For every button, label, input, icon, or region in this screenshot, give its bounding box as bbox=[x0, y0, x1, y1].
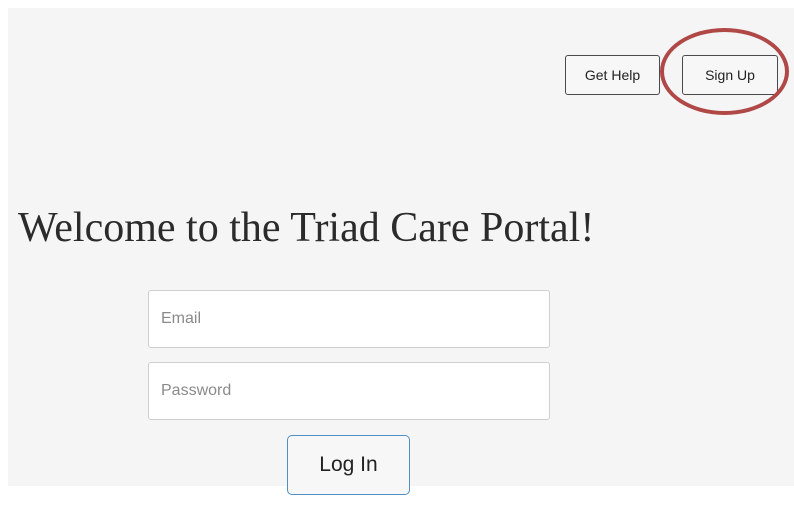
get-help-button[interactable]: Get Help bbox=[565, 55, 660, 95]
email-field[interactable] bbox=[148, 290, 550, 348]
page-title: Welcome to the Triad Care Portal! bbox=[18, 205, 595, 251]
login-button[interactable]: Log In bbox=[287, 435, 410, 495]
password-field[interactable] bbox=[148, 362, 550, 420]
sign-up-button[interactable]: Sign Up bbox=[682, 55, 778, 95]
